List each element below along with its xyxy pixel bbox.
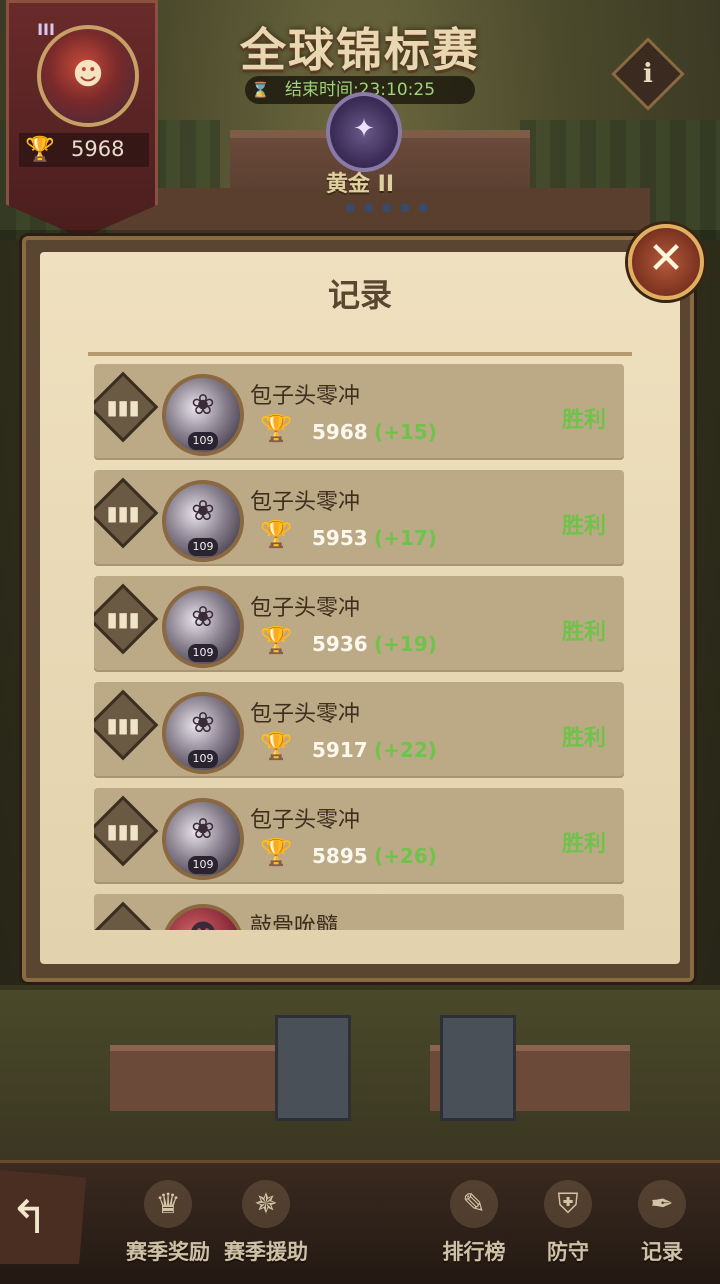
hero-portrait-icon: ❀ bbox=[191, 812, 215, 845]
star-icon: ✦ bbox=[353, 114, 375, 144]
record-row[interactable]: ▮▮▮ ❀ 109 包子头零冲 🏆 5895 (+26) 胜利 bbox=[94, 788, 624, 884]
rank-progress-dots: ● ● ● ● ● bbox=[345, 200, 431, 214]
record-row[interactable]: ▮▮▮ ☻ 敲骨吮髓 bbox=[94, 894, 624, 930]
nav-defense[interactable]: ⛨ 防守 bbox=[518, 1176, 618, 1276]
trophy-icon: 🏆 bbox=[260, 520, 293, 550]
score-value: 5968 bbox=[312, 420, 368, 444]
shield-icon: ⛨ bbox=[544, 1180, 592, 1228]
score-value: 5953 bbox=[312, 526, 368, 550]
nav-records[interactable]: ✒ 记录 bbox=[612, 1176, 712, 1276]
bar-chart-icon: ▮▮▮ bbox=[106, 501, 140, 525]
hero-portrait-icon: ❀ bbox=[191, 600, 215, 633]
battle-stats-button[interactable]: ▮▮▮ bbox=[94, 477, 159, 549]
scroll-icon: ✎ bbox=[450, 1180, 498, 1228]
opponent-name: 包子头零冲 bbox=[250, 808, 361, 833]
rank-emblem[interactable]: ✦ bbox=[326, 92, 402, 172]
nav-label: 防守 bbox=[547, 1240, 589, 1264]
score-value: 5895 bbox=[312, 844, 368, 868]
hourglass-icon: ⌛ bbox=[251, 81, 270, 99]
score-delta: (+15) bbox=[374, 420, 437, 444]
score-delta: (+22) bbox=[374, 738, 437, 762]
nav-label: 排行榜 bbox=[442, 1240, 506, 1264]
opponent-name: 包子头零冲 bbox=[250, 490, 361, 515]
info-icon: i bbox=[643, 59, 653, 89]
player-score: 🏆 5968 bbox=[19, 133, 149, 167]
nav-season-assist[interactable]: ✵ 赛季援助 bbox=[216, 1176, 316, 1276]
opponent-level: 109 bbox=[188, 432, 218, 450]
record-row[interactable]: ▮▮▮ ❀ 109 包子头零冲 🏆 5917 (+22) 胜利 bbox=[94, 682, 624, 778]
opponent-name: 包子头零冲 bbox=[250, 702, 361, 727]
dialog-title: 记录 bbox=[327, 276, 392, 314]
bar-chart-icon: ▮▮▮ bbox=[101, 915, 145, 930]
opponent-name: 包子头零冲 bbox=[250, 596, 361, 621]
score-delta: (+17) bbox=[374, 526, 437, 550]
battle-result: 胜利 bbox=[561, 514, 606, 539]
battle-result: 胜利 bbox=[561, 726, 606, 751]
opponent-level: 109 bbox=[188, 538, 218, 556]
player-avatar[interactable]: ☻ bbox=[37, 25, 139, 127]
gate-tower-right bbox=[440, 1015, 516, 1121]
hero-portrait-icon: ❀ bbox=[191, 494, 215, 527]
bar-chart-icon: ▮▮▮ bbox=[106, 607, 140, 631]
dialog-divider bbox=[88, 352, 632, 356]
battle-result: 胜利 bbox=[561, 408, 606, 433]
score-delta: (+26) bbox=[374, 844, 437, 868]
nav-season-rewards[interactable]: ♛ 赛季奖励 bbox=[118, 1176, 218, 1276]
hero-portrait-icon: ☻ bbox=[166, 918, 240, 930]
trophy-icon: 🏆 bbox=[25, 135, 55, 163]
opponent-avatar[interactable]: ☻ bbox=[162, 904, 244, 930]
trophy-icon: 🏆 bbox=[260, 732, 293, 762]
back-arrow-icon: ↰ bbox=[10, 1190, 49, 1244]
hero-portrait-icon: ❀ bbox=[191, 706, 215, 739]
quill-icon: ✒ bbox=[638, 1180, 686, 1228]
bar-chart-icon: ▮▮▮ bbox=[106, 819, 140, 843]
bar-chart-icon: ▮▮▮ bbox=[106, 713, 140, 737]
player-banner[interactable]: III ☻ 🏆 5968 bbox=[6, 0, 158, 238]
record-list[interactable]: ▮▮▮ ❀ 109 包子头零冲 🏆 5968 (+15) 胜利 ▮▮▮ ❀ 10… bbox=[94, 364, 626, 930]
battle-stats-button[interactable]: ▮▮▮ bbox=[94, 795, 159, 867]
trophy-icon: 🏆 bbox=[260, 838, 293, 868]
close-icon: ✕ bbox=[647, 233, 685, 284]
battle-result: 胜利 bbox=[561, 620, 606, 645]
back-button[interactable]: ↰ bbox=[0, 1170, 86, 1264]
record-row[interactable]: ▮▮▮ ❀ 109 包子头零冲 🏆 5968 (+15) 胜利 bbox=[94, 364, 624, 460]
nav-label: 记录 bbox=[641, 1240, 683, 1264]
opponent-level: 109 bbox=[188, 856, 218, 874]
nav-label: 赛季奖励 bbox=[126, 1240, 210, 1264]
player-score-value: 5968 bbox=[71, 137, 125, 161]
trophy-icon: 🏆 bbox=[260, 414, 293, 444]
score-delta: (+19) bbox=[374, 632, 437, 656]
opponent-level: 109 bbox=[188, 750, 218, 768]
compass-badge-icon: ✵ bbox=[242, 1180, 290, 1228]
nav-leaderboard[interactable]: ✎ 排行榜 bbox=[424, 1176, 524, 1276]
close-button[interactable]: ✕ bbox=[628, 224, 704, 300]
gate-tower-left bbox=[275, 1015, 351, 1121]
castle-wall-left bbox=[110, 1045, 290, 1111]
battle-stats-button[interactable]: ▮▮▮ bbox=[94, 583, 159, 655]
battle-stats-button[interactable]: ▮▮▮ bbox=[94, 689, 159, 761]
opponent-name: 包子头零冲 bbox=[250, 384, 361, 409]
battle-result: 胜利 bbox=[561, 832, 606, 857]
bar-chart-icon: ▮▮▮ bbox=[106, 395, 140, 419]
battle-stats-button[interactable]: ▮▮▮ bbox=[94, 901, 159, 930]
record-row[interactable]: ▮▮▮ ❀ 109 包子头零冲 🏆 5953 (+17) 胜利 bbox=[94, 470, 624, 566]
opponent-name: 敲骨吮髓 bbox=[250, 914, 339, 930]
score-value: 5917 bbox=[312, 738, 368, 762]
hero-portrait-icon: ☻ bbox=[72, 57, 104, 92]
crest-icon: ♛ bbox=[144, 1180, 192, 1228]
nav-label: 赛季援助 bbox=[224, 1240, 308, 1264]
score-value: 5936 bbox=[312, 632, 368, 656]
hero-portrait-icon: ❀ bbox=[191, 388, 215, 421]
battle-stats-button[interactable]: ▮▮▮ bbox=[94, 371, 159, 443]
opponent-level: 109 bbox=[188, 644, 218, 662]
record-row[interactable]: ▮▮▮ ❀ 109 包子头零冲 🏆 5936 (+19) 胜利 bbox=[94, 576, 624, 672]
trophy-icon: 🏆 bbox=[260, 626, 293, 656]
